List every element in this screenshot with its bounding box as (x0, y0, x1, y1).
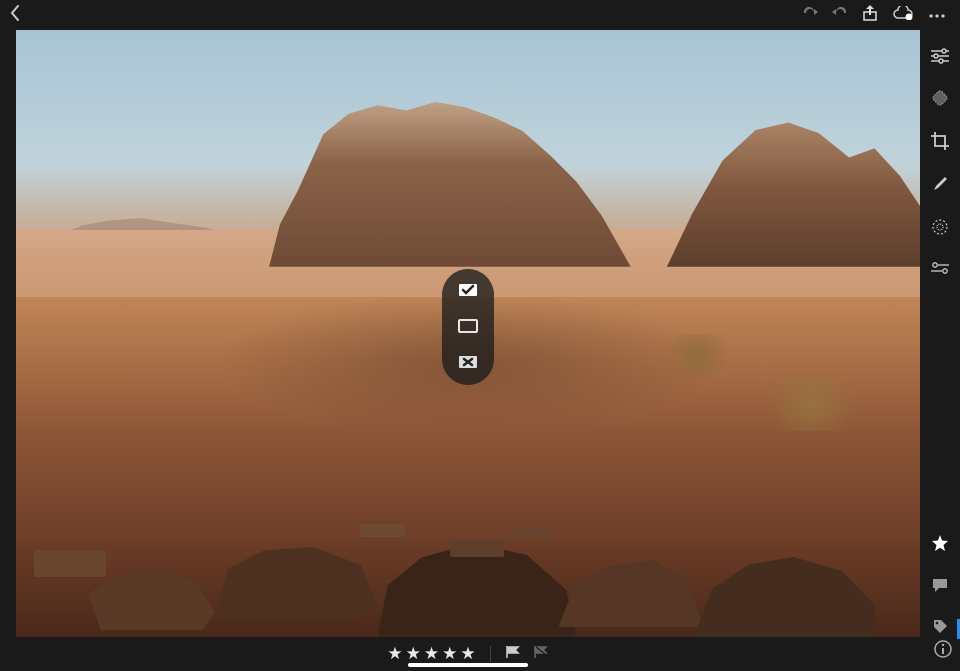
home-indicator (408, 663, 528, 667)
separator (490, 646, 491, 662)
flag-reject-button[interactable] (455, 353, 481, 373)
reject-flag-icon[interactable] (533, 645, 549, 664)
redo-icon[interactable] (802, 6, 818, 25)
star-4[interactable]: ★ (442, 644, 457, 664)
bottom-bar: ★ ★ ★ ★ ★ (16, 637, 920, 671)
star-2[interactable]: ★ (406, 644, 421, 664)
top-right-controls (802, 0, 952, 30)
healing-icon[interactable] (931, 89, 949, 112)
star-3[interactable]: ★ (424, 644, 439, 664)
star-rating: ★ ★ ★ ★ ★ (387, 644, 475, 664)
photo-canvas[interactable] (16, 30, 920, 637)
info-icon[interactable] (934, 640, 952, 663)
tool-rail (920, 30, 960, 671)
star-1[interactable]: ★ (387, 644, 402, 664)
radial-gradient-icon[interactable] (931, 218, 949, 241)
share-icon[interactable] (862, 4, 878, 27)
star-5[interactable]: ★ (460, 644, 475, 664)
edit-sliders-icon[interactable] (931, 48, 949, 69)
back-button[interactable] (8, 4, 22, 27)
star-rating-icon[interactable] (931, 534, 949, 557)
crop-icon[interactable] (931, 132, 949, 155)
more-icon[interactable] (928, 6, 946, 24)
flag-pick-button[interactable] (455, 281, 481, 301)
tag-icon[interactable] (932, 618, 948, 641)
cloud-sync-icon[interactable] (892, 6, 914, 25)
undo-icon[interactable] (832, 6, 848, 25)
flag-popup (442, 269, 494, 385)
top-bar (0, 0, 960, 30)
comment-icon[interactable] (931, 577, 949, 598)
brush-icon[interactable] (931, 175, 949, 198)
flag-icon[interactable] (505, 645, 521, 664)
flag-unflagged-button[interactable] (455, 317, 481, 337)
presets-icon[interactable] (931, 261, 949, 279)
